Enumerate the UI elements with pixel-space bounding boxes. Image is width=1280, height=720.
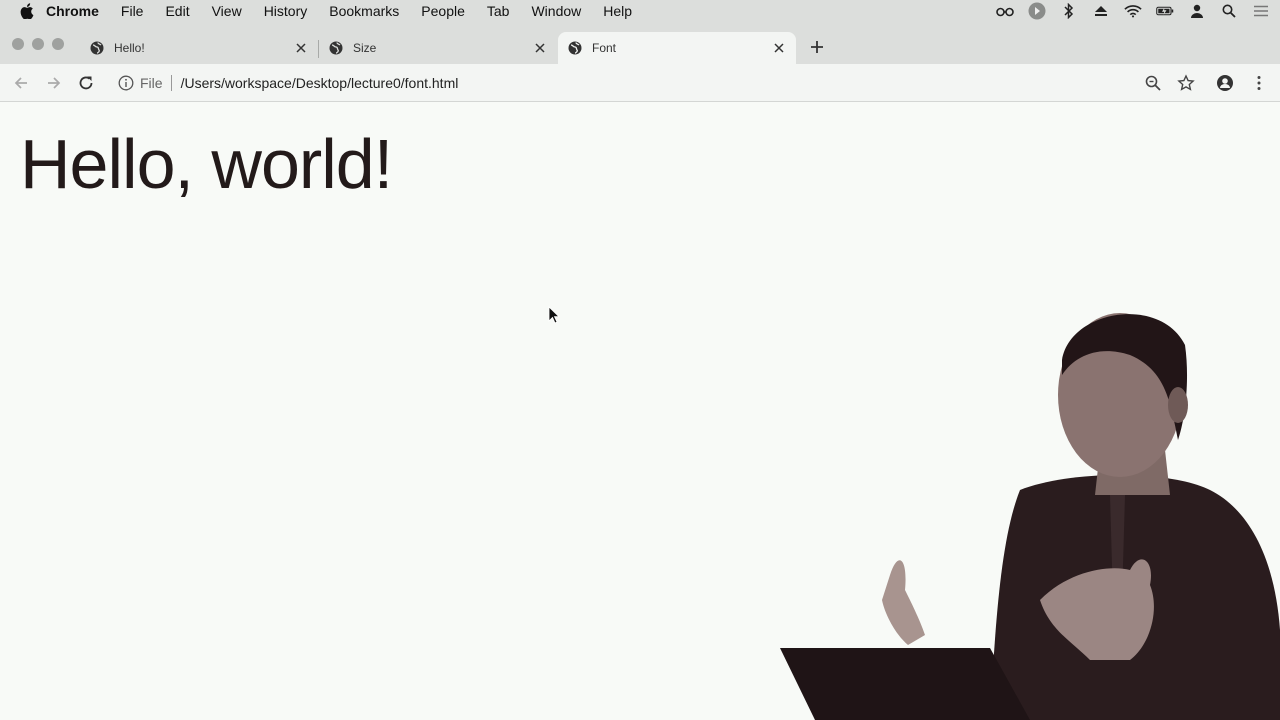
apple-logo-icon[interactable]	[20, 3, 34, 19]
tab-title: Size	[353, 41, 377, 55]
menu-bookmarks[interactable]: Bookmarks	[329, 3, 399, 19]
reload-icon[interactable]	[77, 74, 95, 92]
notification-center-icon[interactable]	[1252, 3, 1270, 19]
scheme-label: File	[140, 75, 163, 91]
close-tab-icon[interactable]	[294, 41, 308, 55]
globe-icon	[329, 41, 343, 55]
presenter-video-overlay	[780, 313, 1280, 720]
close-window-button[interactable]	[12, 38, 24, 50]
eject-icon[interactable]	[1092, 3, 1110, 19]
forward-arrow-icon[interactable]	[45, 74, 63, 92]
macos-menubar: Chrome File Edit View History Bookmarks …	[0, 0, 1280, 22]
more-menu-icon[interactable]	[1250, 74, 1268, 92]
menu-help[interactable]: Help	[603, 3, 632, 19]
glasses-icon[interactable]	[996, 3, 1014, 19]
bluetooth-icon[interactable]	[1060, 3, 1078, 19]
zoom-icon[interactable]	[1144, 74, 1162, 92]
menu-edit[interactable]: Edit	[165, 3, 189, 19]
info-icon[interactable]	[118, 75, 134, 91]
page-heading: Hello, world!	[20, 125, 393, 203]
tab-size[interactable]: Size	[319, 32, 557, 64]
menu-file[interactable]: File	[121, 3, 144, 19]
wifi-icon[interactable]	[1124, 3, 1142, 19]
tab-font[interactable]: Font	[558, 32, 796, 64]
window-controls	[12, 38, 64, 50]
menu-app-chrome[interactable]: Chrome	[46, 3, 99, 19]
screen-recorder-icon[interactable]	[1028, 2, 1046, 20]
zoom-window-button[interactable]	[52, 38, 64, 50]
menu-view[interactable]: View	[212, 3, 242, 19]
close-tab-icon[interactable]	[533, 41, 547, 55]
minimize-window-button[interactable]	[32, 38, 44, 50]
tab-title: Font	[592, 41, 617, 55]
globe-icon	[90, 41, 104, 55]
spotlight-search-icon[interactable]	[1220, 3, 1238, 19]
user-account-icon[interactable]	[1188, 3, 1206, 19]
tab-hello[interactable]: Hello!	[80, 32, 318, 64]
menu-people[interactable]: People	[421, 3, 465, 19]
menu-history[interactable]: History	[264, 3, 308, 19]
tab-strip: Hello! Size Font	[0, 22, 1280, 64]
battery-charging-icon[interactable]	[1156, 3, 1174, 19]
globe-icon	[568, 41, 582, 55]
menu-tab[interactable]: Tab	[487, 3, 510, 19]
omnibox-divider	[170, 75, 172, 91]
new-tab-plus-icon[interactable]	[808, 38, 826, 56]
mouse-pointer-icon	[548, 306, 560, 324]
menu-window[interactable]: Window	[531, 3, 581, 19]
profile-avatar-icon[interactable]	[1216, 74, 1234, 92]
tab-title: Hello!	[114, 41, 145, 55]
status-icons	[996, 0, 1270, 22]
address-bar[interactable]: File /Users/workspace/Desktop/lecture0/f…	[108, 68, 1208, 98]
back-arrow-icon[interactable]	[12, 74, 30, 92]
url-text[interactable]: /Users/workspace/Desktop/lecture0/font.h…	[181, 75, 459, 91]
browser-toolbar: File /Users/workspace/Desktop/lecture0/f…	[0, 64, 1280, 102]
bookmark-star-icon[interactable]	[1177, 74, 1195, 92]
close-tab-icon[interactable]	[772, 41, 786, 55]
